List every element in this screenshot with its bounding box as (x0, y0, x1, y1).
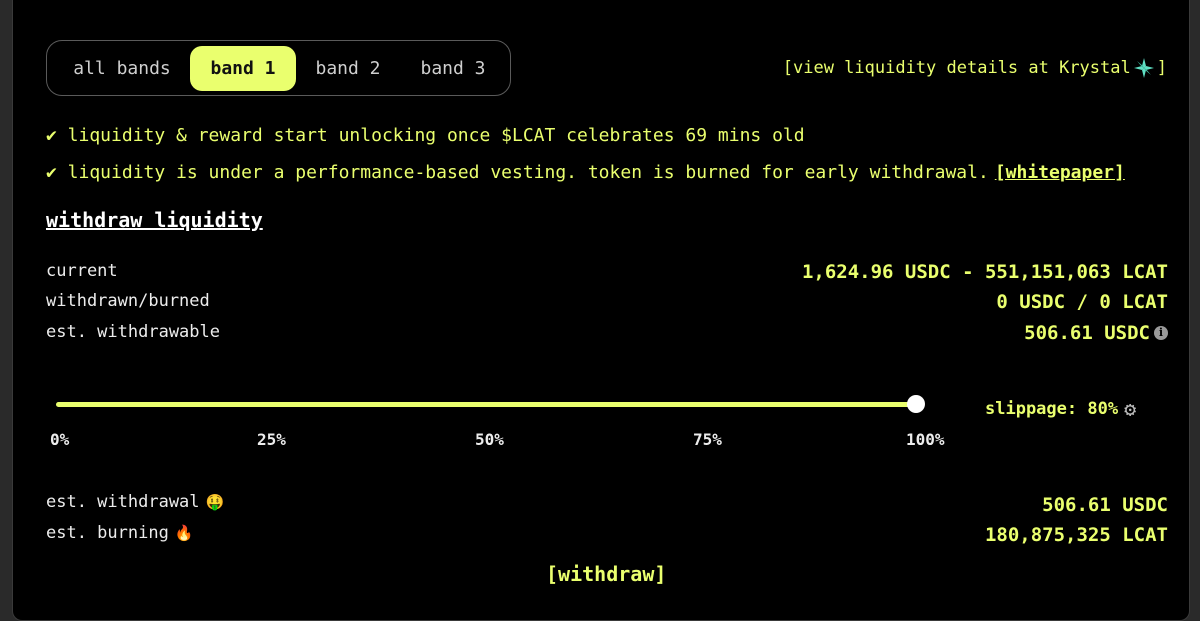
krystal-link-bracket: ] (1156, 58, 1167, 78)
result-value-burning: 180,875,325 LCAT (984, 524, 1168, 546)
slippage-label: slippage: 80% (985, 399, 1119, 419)
slider-tick-0: 0% (50, 430, 70, 449)
fire-icon: 🔥 (174, 524, 194, 542)
unlock-note: ✔ liquidity & reward start unlocking onc… (46, 125, 805, 146)
liquidity-panel: all bands band 1 band 2 band 3 [view liq… (12, 0, 1190, 621)
vesting-note-text: ✔ liquidity is under a performance-based… (46, 162, 989, 183)
stat-label-withdrawable: est. withdrawable (46, 322, 220, 342)
slider-tick-25: 25% (257, 430, 286, 449)
tab-band-1[interactable]: band 1 (190, 46, 296, 91)
slider-tick-75: 75% (693, 430, 722, 449)
slider-tick-50: 50% (475, 430, 504, 449)
result-label-withdrawal: est. withdrawal 🤑 (46, 492, 224, 512)
gear-icon[interactable]: ⚙ (1124, 397, 1136, 421)
tab-band-3[interactable]: band 3 (407, 46, 499, 91)
withdraw-button[interactable]: [withdraw] (546, 562, 666, 586)
info-icon[interactable]: i (1154, 326, 1168, 340)
tab-all-bands[interactable]: all bands (57, 46, 187, 91)
stat-value-withdrawable: 506.61 USDC i (1024, 322, 1168, 344)
band-tabs: all bands band 1 band 2 band 3 (46, 40, 511, 96)
withdrawal-label-text: est. withdrawal (46, 492, 200, 512)
withdrawable-amount: 506.61 USDC (1024, 322, 1150, 344)
stat-value-current: 1,624.96 USDC - 551,151,063 LCAT (801, 261, 1168, 283)
slippage-setting: slippage: 80% ⚙ (985, 397, 1136, 421)
withdraw-slider-thumb[interactable] (907, 395, 925, 413)
tab-band-2[interactable]: band 2 (302, 46, 394, 91)
stat-value-withdrawn: 0 USDC / 0 LCAT (996, 291, 1168, 313)
whitepaper-link[interactable]: [whitepaper] (995, 162, 1125, 183)
krystal-logo-icon (1133, 57, 1155, 79)
stat-label-current: current (46, 261, 118, 281)
slider-tick-100: 100% (906, 430, 945, 449)
result-value-withdrawal: 506.61 USDC (1042, 494, 1168, 516)
burning-label-text: est. burning (46, 523, 169, 543)
section-title: withdraw liquidity (46, 208, 263, 232)
vesting-note: ✔ liquidity is under a performance-based… (46, 162, 1125, 183)
krystal-details-link[interactable]: [view liquidity details at Krystal ] (783, 57, 1167, 79)
withdraw-slider-track[interactable] (56, 402, 916, 407)
result-label-burning: est. burning 🔥 (46, 523, 194, 543)
stat-label-withdrawn: withdrawn/burned (46, 291, 210, 311)
krystal-link-text: [view liquidity details at Krystal (782, 58, 1131, 78)
money-face-icon: 🤑 (205, 493, 225, 511)
